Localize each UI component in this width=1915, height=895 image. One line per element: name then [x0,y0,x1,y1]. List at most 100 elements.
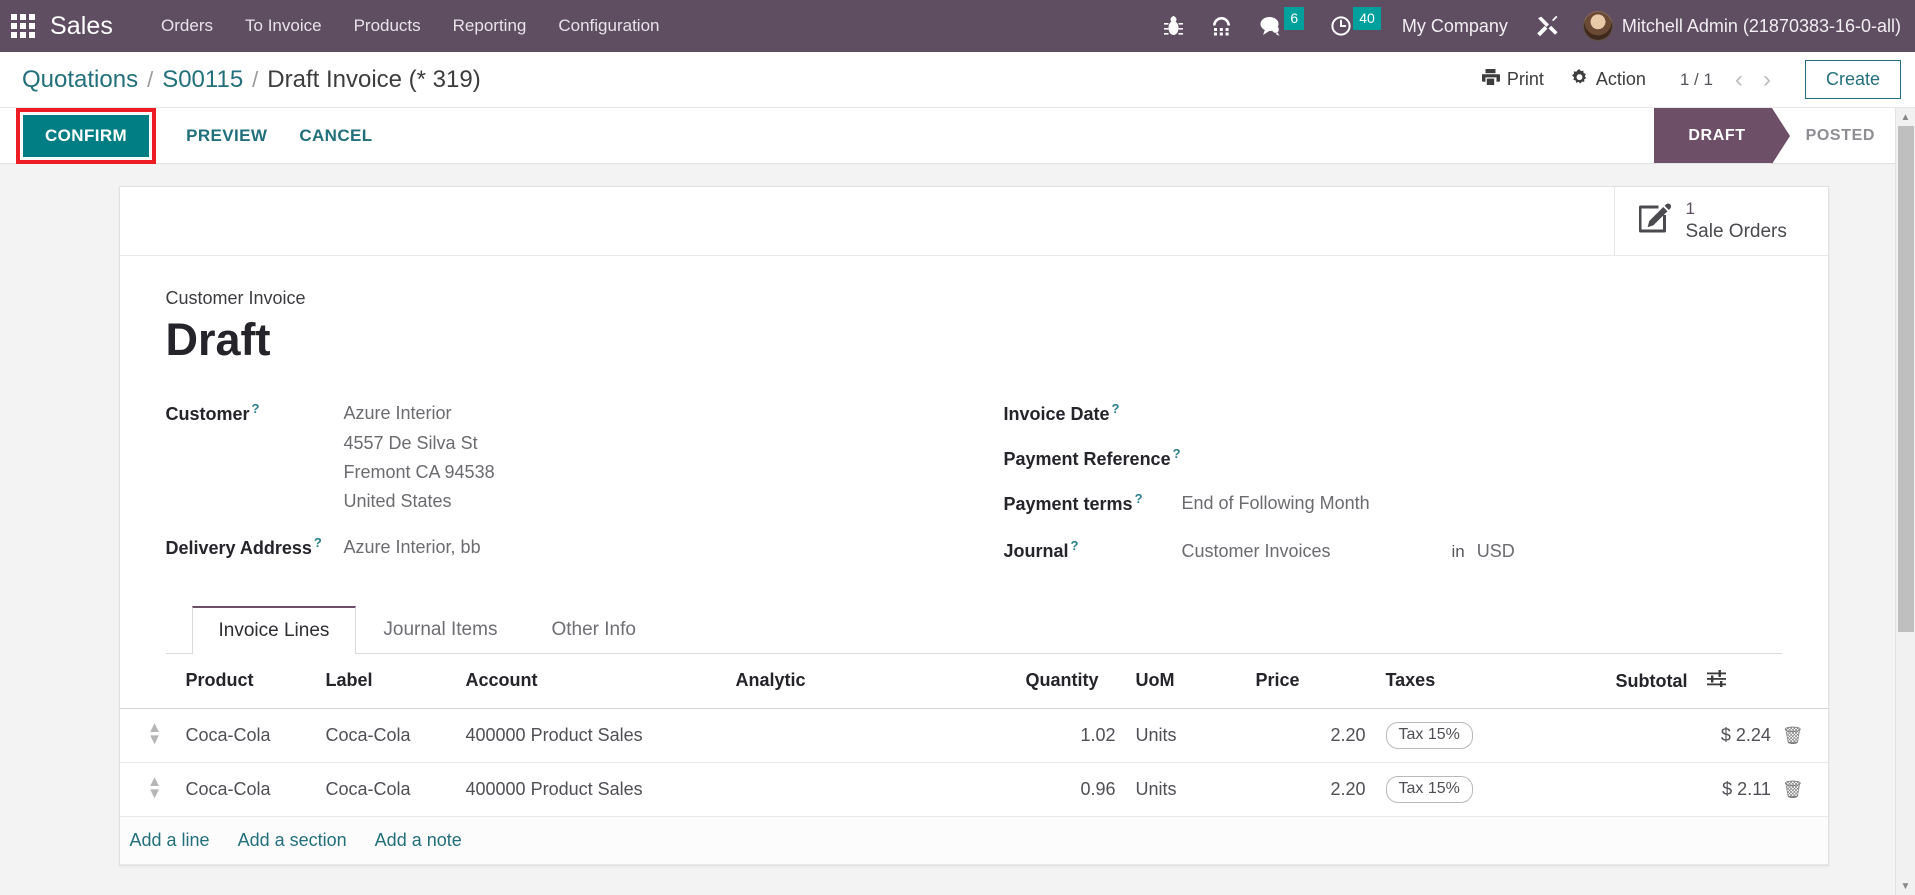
cell-label[interactable]: Coca-Cola [315,762,456,817]
breadcrumb-item-current: Draft Invoice (* 319) [267,65,481,93]
preview-button[interactable]: PREVIEW [170,115,283,157]
user-menu[interactable]: Mitchell Admin (21870383-16-0-all) [1582,11,1901,41]
drag-handle-icon[interactable]: ▲ ▼ [144,720,166,747]
cell-product[interactable]: Coca-Cola [175,708,316,763]
cell-price[interactable]: 2.20 [1245,708,1376,763]
row-drag-handle[interactable]: ▲ ▼ [119,762,176,817]
status-step-posted[interactable]: POSTED [1772,108,1915,163]
customer-country: United States [343,490,452,511]
trash-icon[interactable]: 🗑 [1776,726,1804,745]
breadcrumb-separator: / [252,66,259,92]
help-tooltip-icon[interactable]: ? [1135,491,1143,506]
cell-account[interactable]: 400000 Product Sales [455,762,726,817]
activities-counter[interactable]: 40 [1330,6,1381,43]
breadcrumb-item-quotations[interactable]: Quotations [22,66,138,94]
cell-price[interactable]: 2.20 [1245,762,1376,817]
menu-orders[interactable]: Orders [145,10,229,42]
col-label[interactable]: Label [315,653,456,709]
help-tooltip-icon[interactable]: ? [1071,538,1079,553]
customer-name[interactable]: Azure Interior [344,399,495,428]
cell-taxes[interactable]: Tax 15% [1375,708,1606,763]
delivery-address-value[interactable]: Azure Interior, bb [344,533,481,562]
company-switcher[interactable]: My Company [1402,16,1508,37]
col-handle [119,653,176,709]
form-scroll-area: CONFIRM PREVIEW CANCEL DRAFT POSTED 1 Sa… [0,108,1915,895]
cell-account[interactable]: 400000 Product Sales [455,708,726,763]
cell-uom[interactable]: Units [1125,762,1246,817]
col-analytic[interactable]: Analytic [725,653,1016,709]
wrench-screwdriver-icon[interactable] [1535,9,1560,43]
tab-journal-items[interactable]: Journal Items [356,606,524,654]
add-a-note-button[interactable]: Add a note [375,830,462,850]
cell-quantity[interactable]: 0.96 [1015,762,1126,817]
chevron-left-icon[interactable]: ‹ [1727,67,1751,92]
payment-terms-value[interactable]: End of Following Month [1182,489,1370,518]
cell-label[interactable]: Coca-Cola [315,708,456,763]
scrollbar-thumb[interactable] [1898,126,1914,632]
status-step-draft[interactable]: DRAFT [1654,108,1790,164]
invoice-date-input[interactable] [1182,399,1432,425]
trash-icon[interactable]: 🗑 [1776,780,1804,799]
clock-icon [1331,16,1351,36]
help-tooltip-icon[interactable]: ? [314,535,322,550]
col-account[interactable]: Account [455,653,726,709]
add-a-section-button[interactable]: Add a section [238,830,347,850]
action-button[interactable]: Action [1570,68,1646,92]
help-tooltip-icon[interactable]: ? [1173,446,1181,461]
vertical-scrollbar[interactable]: ▲ ▼ [1895,108,1915,895]
col-uom[interactable]: UoM [1125,653,1246,709]
col-subtotal[interactable]: Subtotal [1605,653,1828,709]
bug-icon[interactable] [1163,9,1184,43]
scroll-down-arrow-icon[interactable]: ▼ [1896,877,1915,895]
add-a-line-button[interactable]: Add a line [130,830,210,850]
confirm-button[interactable]: CONFIRM [23,114,150,157]
cell-analytic[interactable] [725,762,1016,817]
table-row[interactable]: ▲ ▼ Coca-Cola Coca-Cola 400000 Product Sa… [119,762,1828,817]
print-button[interactable]: Print [1481,68,1544,91]
help-tooltip-icon[interactable]: ? [252,401,260,416]
scroll-up-arrow-icon[interactable]: ▲ [1896,108,1915,126]
col-taxes[interactable]: Taxes [1375,653,1606,709]
smart-button-sale-orders[interactable]: 1 Sale Orders [1613,187,1828,255]
breadcrumb-item-s00115[interactable]: S00115 [162,66,243,94]
messages-count-badge: 6 [1284,6,1305,30]
col-quantity[interactable]: Quantity [1015,653,1126,709]
drag-handle-icon[interactable]: ▲ ▼ [144,774,166,801]
add-row-cell: Add a line Add a section Add a note [119,816,1828,865]
dialpad-icon[interactable] [1210,9,1233,43]
menu-to-invoice[interactable]: To Invoice [229,10,338,42]
col-price[interactable]: Price [1245,653,1376,709]
journal-value[interactable]: Customer Invoices [1182,537,1452,566]
field-journal: Journal? Customer Invoices in USD [1004,536,1782,566]
row-drag-handle[interactable]: ▲ ▼ [119,708,176,763]
tax-badge[interactable]: Tax 15% [1385,721,1473,749]
currency-value[interactable]: USD [1477,537,1747,566]
cell-taxes[interactable]: Tax 15% [1375,762,1606,817]
col-product[interactable]: Product [175,653,316,709]
chevron-right-icon[interactable]: › [1755,67,1779,92]
customer-city: Fremont CA 94538 [343,461,495,482]
payment-reference-input[interactable] [1182,444,1432,470]
menu-configuration[interactable]: Configuration [542,10,675,42]
app-brand-sales[interactable]: Sales [50,12,113,41]
menu-reporting[interactable]: Reporting [437,10,543,42]
messages-counter[interactable]: 6 [1259,6,1305,43]
sliders-icon[interactable] [1706,669,1726,691]
table-row[interactable]: ▲ ▼ Coca-Cola Coca-Cola 400000 Product Sa… [119,708,1828,763]
tab-invoice-lines[interactable]: Invoice Lines [191,605,357,654]
breadcrumb-separator: / [147,66,154,92]
apps-grid-icon[interactable] [10,13,36,39]
menu-products[interactable]: Products [338,10,437,42]
field-customer-value[interactable]: Azure Interior 4557 De Silva St Fremont … [344,399,495,516]
tax-badge[interactable]: Tax 15% [1385,775,1473,803]
create-button[interactable]: Create [1804,60,1901,99]
notebook: Invoice Lines Journal Items Other Info [165,605,1782,654]
cancel-button[interactable]: CANCEL [283,115,388,157]
help-tooltip-icon[interactable]: ? [1112,401,1120,416]
cell-product[interactable]: Coca-Cola [175,762,316,817]
invoice-lines-body: ▲ ▼ Coca-Cola Coca-Cola 400000 Product Sa… [119,708,1828,865]
cell-quantity[interactable]: 1.02 [1015,708,1126,763]
tab-other-info[interactable]: Other Info [524,606,663,654]
cell-uom[interactable]: Units [1125,708,1246,763]
cell-analytic[interactable] [725,708,1016,763]
